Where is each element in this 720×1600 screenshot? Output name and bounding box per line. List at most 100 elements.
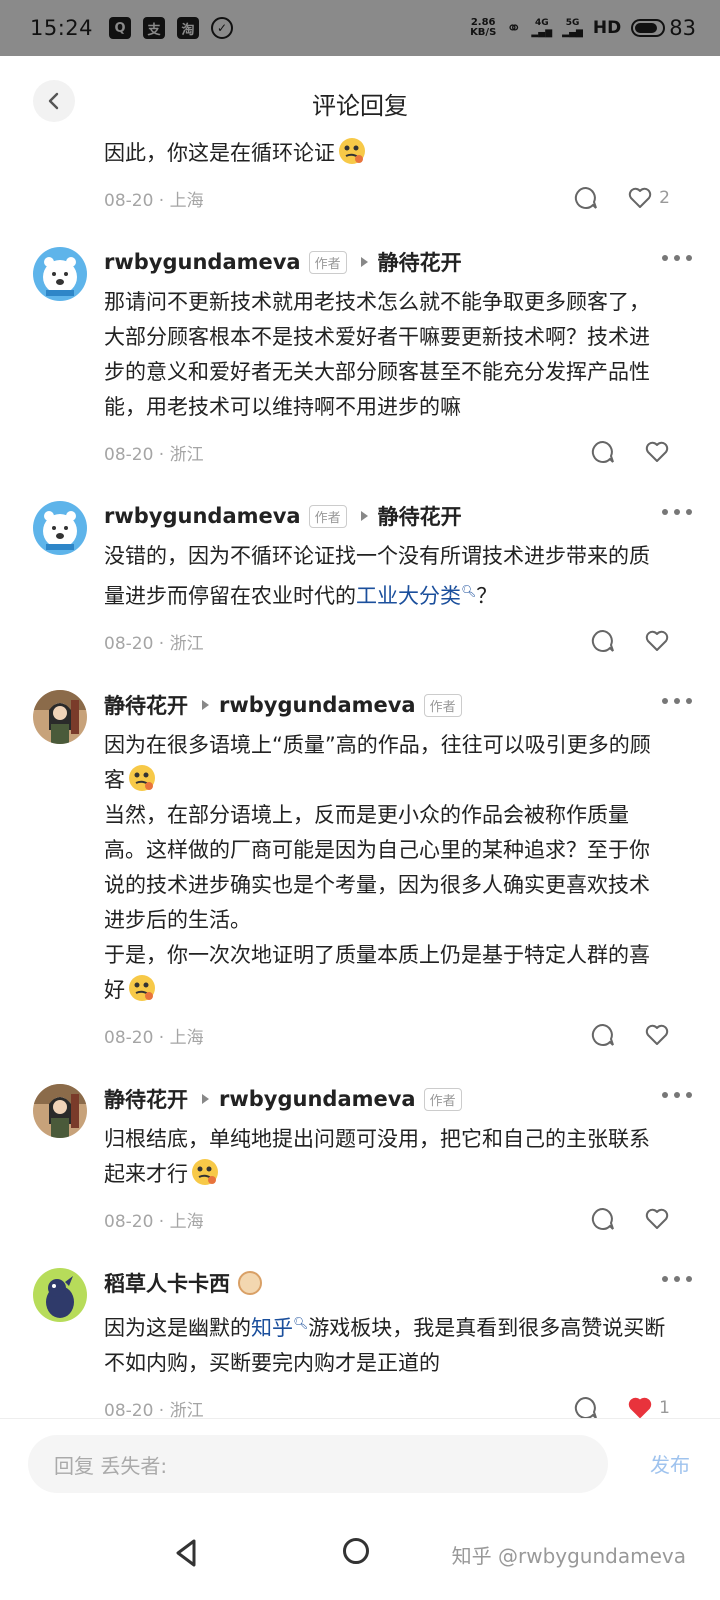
- comment-text: 那请问不更新技术就用老技术怎么就不能争取更多顾客了，大部分顾客根本不是技术爱好者…: [104, 290, 650, 419]
- comment-item: 静待花开 rwbygundameva 作者 归根结底，单纯地提出问题可没用，把它…: [0, 1082, 720, 1244]
- heart-icon: [645, 1208, 669, 1229]
- comment-item: rwbygundameva 作者 静待花开 没错的，因为不循环论证找一个没有所谓…: [0, 499, 720, 666]
- thinking-emoji-icon: [192, 1159, 218, 1185]
- status-notification-icons: Q 支 淘 ✓: [109, 17, 234, 39]
- check-circle-icon: ✓: [211, 17, 234, 39]
- avatar[interactable]: [33, 690, 87, 744]
- anime-girl-avatar: [33, 690, 87, 744]
- comment-bubble-icon: [591, 440, 614, 463]
- hd-icon: HD: [592, 18, 622, 38]
- reply-button[interactable]: [590, 1022, 616, 1048]
- status-time: 15:24: [30, 16, 94, 40]
- more-options-button[interactable]: [662, 1276, 692, 1282]
- reply-to-name[interactable]: rwbygundameva: [219, 1087, 416, 1111]
- comment-date: 08-20 · 上海: [104, 1211, 204, 1232]
- comment-item: 稻草人卡卡西 因为这是幽默的知乎🔍︎游戏板块，我是真看到很多高赞说买断不如内购，…: [0, 1266, 720, 1433]
- badge-icon: [238, 1271, 262, 1295]
- alipay-icon: 支: [143, 17, 166, 39]
- reply-arrow-icon: [202, 700, 209, 710]
- comment-bubble-icon: [591, 629, 614, 652]
- like-button[interactable]: [644, 1206, 670, 1232]
- comment-item: 因此，你这是在循环论证 08-20 · 上海 2: [0, 132, 720, 223]
- more-options-button[interactable]: [662, 509, 692, 515]
- polar-bear-avatar: [33, 247, 87, 301]
- topic-link[interactable]: 知乎: [251, 1316, 293, 1340]
- battery-percent: 83: [669, 16, 696, 40]
- author-name[interactable]: 稻草人卡卡西: [104, 1268, 230, 1298]
- more-options-button[interactable]: [662, 255, 692, 261]
- thinking-emoji-icon: [339, 138, 365, 164]
- reply-button[interactable]: [573, 185, 599, 211]
- comment-item: 静待花开 rwbygundameva 作者 因为在很多语境上“质量”高的作品，往…: [0, 688, 720, 1060]
- comment-date: 08-20 · 浙江: [104, 633, 204, 654]
- more-options-button[interactable]: [662, 698, 692, 704]
- reply-input-bar: 回复 丢失者: 发布: [0, 1418, 720, 1518]
- nav-home-icon[interactable]: [343, 1538, 369, 1564]
- comment-reply-sheet: 评论回复 因此，你这是在循环论证 08-20 · 上海 2 rwbygundam…: [0, 56, 720, 1600]
- more-options-button[interactable]: [662, 1092, 692, 1098]
- heart-icon: [628, 187, 652, 208]
- like-button[interactable]: 2: [627, 185, 670, 211]
- thinking-emoji-icon: [129, 975, 155, 1001]
- anime-girl-avatar: [33, 1084, 87, 1138]
- reply-to-tag: 作者: [423, 693, 462, 717]
- comment-date: 08-20 · 浙江: [104, 1400, 204, 1421]
- reply-to-name[interactable]: 静待花开: [378, 501, 462, 531]
- watermark: 知乎 @rwbygundameva: [451, 1544, 686, 1568]
- like-button[interactable]: [644, 1022, 670, 1048]
- author-name[interactable]: 静待花开: [104, 1084, 188, 1114]
- author-tag: 作者: [308, 504, 347, 528]
- reply-to-tag: 作者: [423, 1087, 462, 1111]
- system-nav-bar: 知乎 @rwbygundameva: [0, 1512, 720, 1600]
- thinking-emoji-icon: [129, 765, 155, 791]
- like-button[interactable]: [644, 439, 670, 465]
- reply-button[interactable]: [590, 628, 616, 654]
- comment-bubble-icon: [591, 1023, 614, 1046]
- avatar[interactable]: [33, 247, 87, 301]
- comment-bubble-icon: [591, 1207, 614, 1230]
- nav-back-icon[interactable]: [174, 1538, 198, 1568]
- search-icon: 🔍︎: [293, 1316, 309, 1330]
- reply-button[interactable]: [590, 439, 616, 465]
- heart-icon: [645, 1024, 669, 1045]
- reply-arrow-icon: [360, 257, 368, 267]
- like-count: 1: [659, 1398, 670, 1418]
- network-speed: 2.86 KB/S: [470, 17, 497, 38]
- comment-bubble-icon: [575, 186, 598, 209]
- topic-link[interactable]: 工业大分类: [356, 584, 461, 608]
- comment-list[interactable]: 因此，你这是在循环论证 08-20 · 上海 2 rwbygundameva 作…: [0, 132, 720, 1472]
- like-button[interactable]: [644, 628, 670, 654]
- author-name[interactable]: 静待花开: [104, 690, 188, 720]
- comment-date: 08-20 · 上海: [104, 1027, 204, 1048]
- battery-icon: [631, 19, 666, 37]
- heart-icon: [645, 441, 669, 462]
- reply-arrow-icon: [202, 1094, 209, 1104]
- page-title: 评论回复: [312, 92, 408, 120]
- comment-text: 没错的，因为不循环论证找一个没有所谓技术进步带来的质量进步而停留在农业时代的工业…: [104, 544, 650, 608]
- author-name[interactable]: rwbygundameva: [104, 504, 301, 528]
- comment-text: 因为这是幽默的知乎🔍︎游戏板块，我是真看到很多高赞说买断不如内购，买断要完内购才…: [104, 1316, 666, 1375]
- comment-text: 因此，你这是在循环论证: [104, 136, 670, 171]
- like-count: 2: [659, 188, 670, 208]
- reply-to-name[interactable]: 静待花开: [378, 247, 462, 277]
- reply-button[interactable]: [590, 1206, 616, 1232]
- signal-4g-icon: 4G ▂▄▆: [531, 18, 553, 38]
- avatar[interactable]: [33, 1084, 87, 1138]
- avatar[interactable]: [33, 501, 87, 555]
- cartoon-avatar: [33, 1268, 87, 1322]
- qq-icon: Q: [109, 17, 132, 39]
- author-name[interactable]: rwbygundameva: [104, 250, 301, 274]
- comment-text: 归根结底，单纯地提出问题可没用，把它和自己的主张联系起来才行: [104, 1127, 650, 1186]
- reply-arrow-icon: [360, 511, 368, 521]
- polar-bear-avatar: [33, 501, 87, 555]
- comment-date: 08-20 · 浙江: [104, 444, 204, 465]
- battery-indicator: 83: [631, 16, 696, 40]
- comment-item: rwbygundameva 作者 静待花开 那请问不更新技术就用老技术怎么就不能…: [0, 245, 720, 477]
- signal-5g-icon: 5G ▂▄▆: [562, 18, 583, 38]
- send-button[interactable]: 发布: [650, 1449, 690, 1478]
- taobao-icon: 淘: [177, 17, 200, 39]
- reply-input[interactable]: 回复 丢失者:: [28, 1435, 608, 1493]
- reply-to-name[interactable]: rwbygundameva: [219, 693, 416, 717]
- avatar[interactable]: [33, 1268, 87, 1322]
- status-bar: 15:24 Q 支 淘 ✓ 2.86 KB/S ⚭ 4G ▂▄▆ 5G ▂▄▆ …: [0, 0, 720, 56]
